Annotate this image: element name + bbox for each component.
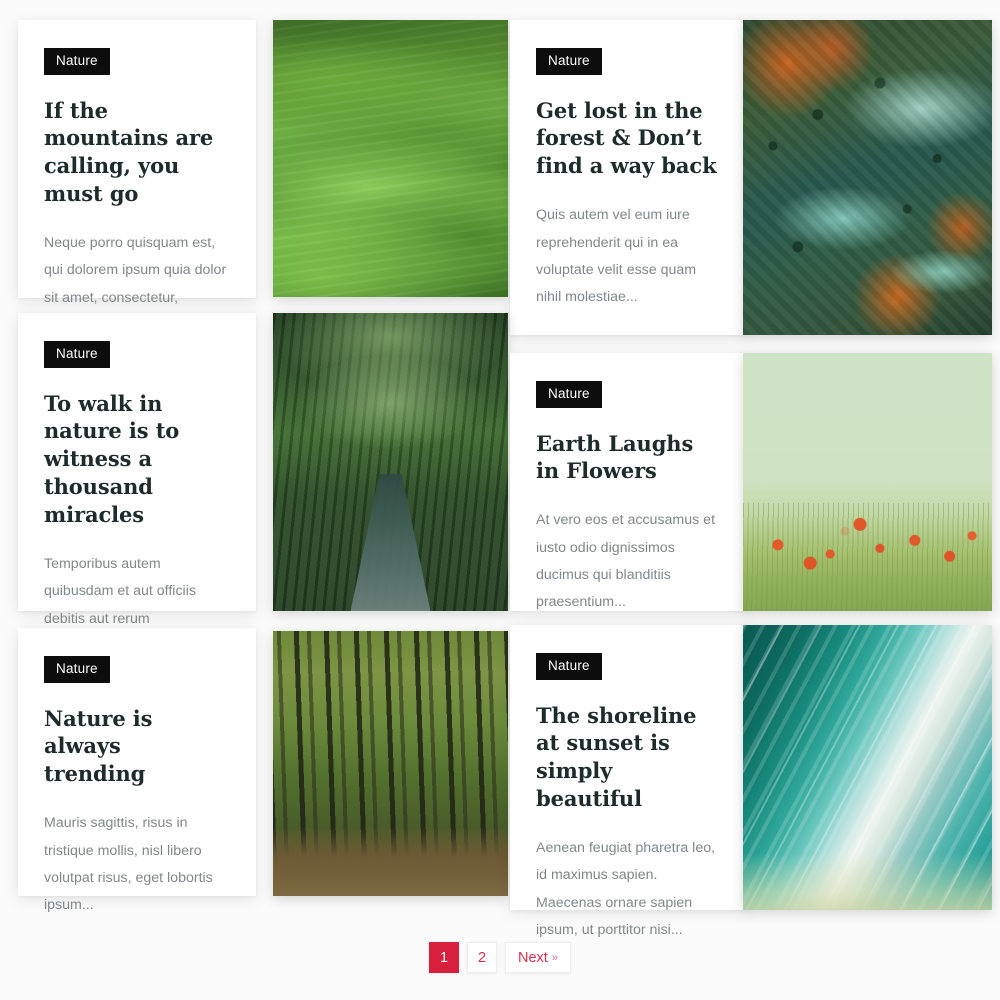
post-title[interactable]: Earth Laughs in Flowers [536, 430, 720, 486]
category-badge[interactable]: Nature [536, 48, 602, 75]
image-texture-layer [743, 502, 992, 611]
post-card[interactable]: Nature Get lost in the forest & Don’t fi… [510, 20, 992, 335]
category-badge[interactable]: Nature [44, 656, 110, 683]
post-card-image-aerial-forest-lakes-photo [743, 20, 992, 335]
post-card-body: Nature The shoreline at sunset is simply… [510, 625, 748, 974]
pagination-page-2[interactable]: 2 [467, 942, 498, 973]
post-excerpt: At vero eos et accusamus et iusto odio d… [536, 512, 716, 611]
post-excerpt: Aenean feugiat pharetra leo, id maximus … [536, 840, 716, 938]
pagination-next-label: Next [518, 949, 548, 966]
post-card-image-forest-footbridge-photo [273, 313, 508, 611]
post-card[interactable]: Nature Earth Laughs in Flowers At vero e… [510, 353, 992, 611]
image-texture-layer [273, 631, 508, 896]
post-card-body: Nature Earth Laughs in Flowers At vero e… [510, 353, 748, 646]
post-card[interactable]: Nature The shoreline at sunset is simply… [510, 625, 992, 938]
image-texture-layer [273, 313, 508, 611]
post-card[interactable]: Nature If the mountains are calling, you… [18, 20, 508, 333]
post-card[interactable]: Nature To walk in nature is to witness a… [18, 313, 508, 681]
category-badge[interactable]: Nature [536, 653, 602, 680]
post-card-body: Nature Nature is always trending Mauris … [18, 628, 256, 949]
post-title[interactable]: Get lost in the forest & Don’t find a wa… [536, 97, 720, 181]
post-title[interactable]: If the mountains are calling, you must g… [44, 97, 228, 209]
post-title[interactable]: To walk in nature is to witness a thousa… [44, 390, 228, 530]
image-texture-layer [743, 625, 992, 910]
post-grid-page: Nature If the mountains are calling, you… [0, 0, 1000, 1000]
pagination-page-1[interactable]: 1 [429, 942, 460, 973]
post-card-image-turquoise-shoreline-photo [743, 625, 992, 910]
post-card-image-poppy-meadow-photo [743, 353, 992, 611]
post-excerpt: Mauris sagittis, risus in tristique moll… [44, 815, 213, 914]
pagination: 1 2 Next » [0, 942, 1000, 973]
category-badge[interactable]: Nature [44, 341, 110, 368]
post-title[interactable]: Nature is always trending [44, 705, 228, 789]
category-badge[interactable]: Nature [536, 381, 602, 408]
image-texture-layer [273, 20, 508, 297]
post-card-image-green-rolling-hills-photo [273, 20, 508, 297]
post-card[interactable]: Nature Nature is always trending Mauris … [18, 628, 508, 913]
post-grid: Nature If the mountains are calling, you… [0, 0, 1000, 938]
post-card-body: Nature Get lost in the forest & Don’t fi… [510, 20, 748, 341]
post-excerpt: Quis autem vel eum iure reprehenderit qu… [536, 207, 697, 306]
post-title[interactable]: The shoreline at sunset is simply beauti… [536, 702, 720, 814]
post-card-image-tall-forest-trail-photo [273, 631, 508, 896]
category-badge[interactable]: Nature [44, 48, 110, 75]
image-texture-layer [743, 20, 992, 335]
pagination-next-button[interactable]: Next » [505, 942, 571, 973]
chevron-double-right-icon: » [551, 951, 558, 964]
